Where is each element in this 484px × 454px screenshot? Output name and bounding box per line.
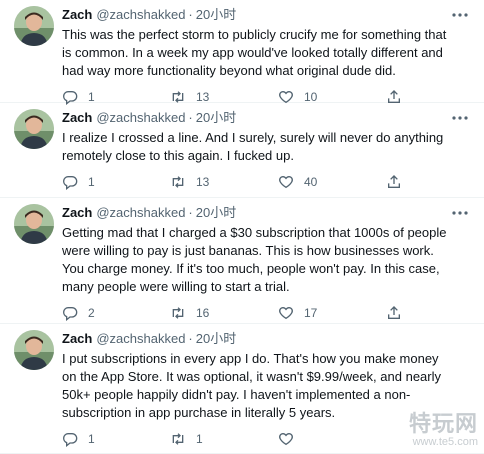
timestamp[interactable]: 20小时 [196,109,236,127]
reply-count: 1 [88,175,95,189]
retweet-count: 1 [196,432,203,446]
avatar[interactable] [14,6,54,46]
retweet-icon [170,305,186,321]
reply-count: 1 [88,90,95,104]
tweet-header: Zach @zachshakked · 20小时 [62,330,474,348]
separator: · [188,110,193,125]
watermark: 特玩网 www.te5.com [409,406,478,448]
retweet-count: 13 [196,175,210,189]
like-count: 17 [304,306,318,320]
watermark-logo: 特玩网 [408,412,478,437]
retweet-button[interactable]: 13 [170,174,278,190]
author-handle[interactable]: @zachshakked [96,6,185,24]
tweet[interactable]: Zach @zachshakked · 20小时 Getting mad tha… [0,198,484,324]
reply-button[interactable]: 1 [62,174,170,190]
retweet-button[interactable]: 16 [170,305,278,321]
more-icon[interactable] [450,111,470,125]
share-button[interactable] [386,174,410,190]
tweet[interactable]: Zach @zachshakked · 20小时 This was the pe… [0,0,484,105]
like-count: 40 [304,175,318,189]
author-name[interactable]: Zach [62,330,92,348]
like-icon [278,174,294,190]
timestamp[interactable]: 20小时 [196,6,236,24]
tweet-header: Zach @zachshakked · 20小时 [62,6,474,24]
share-icon [386,305,402,321]
reply-icon [62,174,78,190]
tweet-text: Getting mad that I charged a $30 subscri… [62,225,447,294]
more-icon[interactable] [450,206,470,220]
reply-count: 1 [88,432,95,446]
author-handle[interactable]: @zachshakked [96,109,185,127]
tweet-header: Zach @zachshakked · 20小时 [62,204,474,222]
author-handle[interactable]: @zachshakked [96,330,185,348]
tweet-feed: Zach @zachshakked · 20小时 This was the pe… [0,0,484,454]
avatar[interactable] [14,109,54,149]
avatar[interactable] [14,204,54,244]
retweet-count: 13 [196,90,210,104]
like-icon [278,431,294,447]
tweet-actions: 1 13 40 [62,167,474,197]
retweet-icon [170,431,186,447]
tweet-text: This was the perfect storm to publicly c… [62,27,447,78]
reply-button[interactable]: 2 [62,305,170,321]
avatar[interactable] [14,330,54,370]
like-button[interactable] [278,431,386,447]
share-button[interactable] [386,305,410,321]
author-handle[interactable]: @zachshakked [96,204,185,222]
separator: · [188,331,193,346]
author-name[interactable]: Zach [62,109,92,127]
retweet-icon [170,174,186,190]
reply-icon [62,431,78,447]
reply-icon [62,305,78,321]
author-name[interactable]: Zach [62,204,92,222]
like-icon [278,305,294,321]
like-button[interactable]: 17 [278,305,386,321]
separator: · [188,7,193,22]
tweet[interactable]: Zach @zachshakked · 20小时 I realize I cro… [0,103,484,198]
reply-count: 2 [88,306,95,320]
tweet-text: I realize I crossed a line. And I surely… [62,130,444,163]
timestamp[interactable]: 20小时 [196,204,236,222]
like-count: 10 [304,90,318,104]
author-name[interactable]: Zach [62,6,92,24]
watermark-url: www.te5.com [412,436,478,448]
reply-button[interactable]: 1 [62,431,170,447]
retweet-count: 16 [196,306,210,320]
timestamp[interactable]: 20小时 [196,330,236,348]
separator: · [188,205,193,220]
like-button[interactable]: 40 [278,174,386,190]
retweet-button[interactable]: 1 [170,431,278,447]
more-icon[interactable] [450,8,470,22]
tweet-header: Zach @zachshakked · 20小时 [62,109,474,127]
share-icon [386,174,402,190]
